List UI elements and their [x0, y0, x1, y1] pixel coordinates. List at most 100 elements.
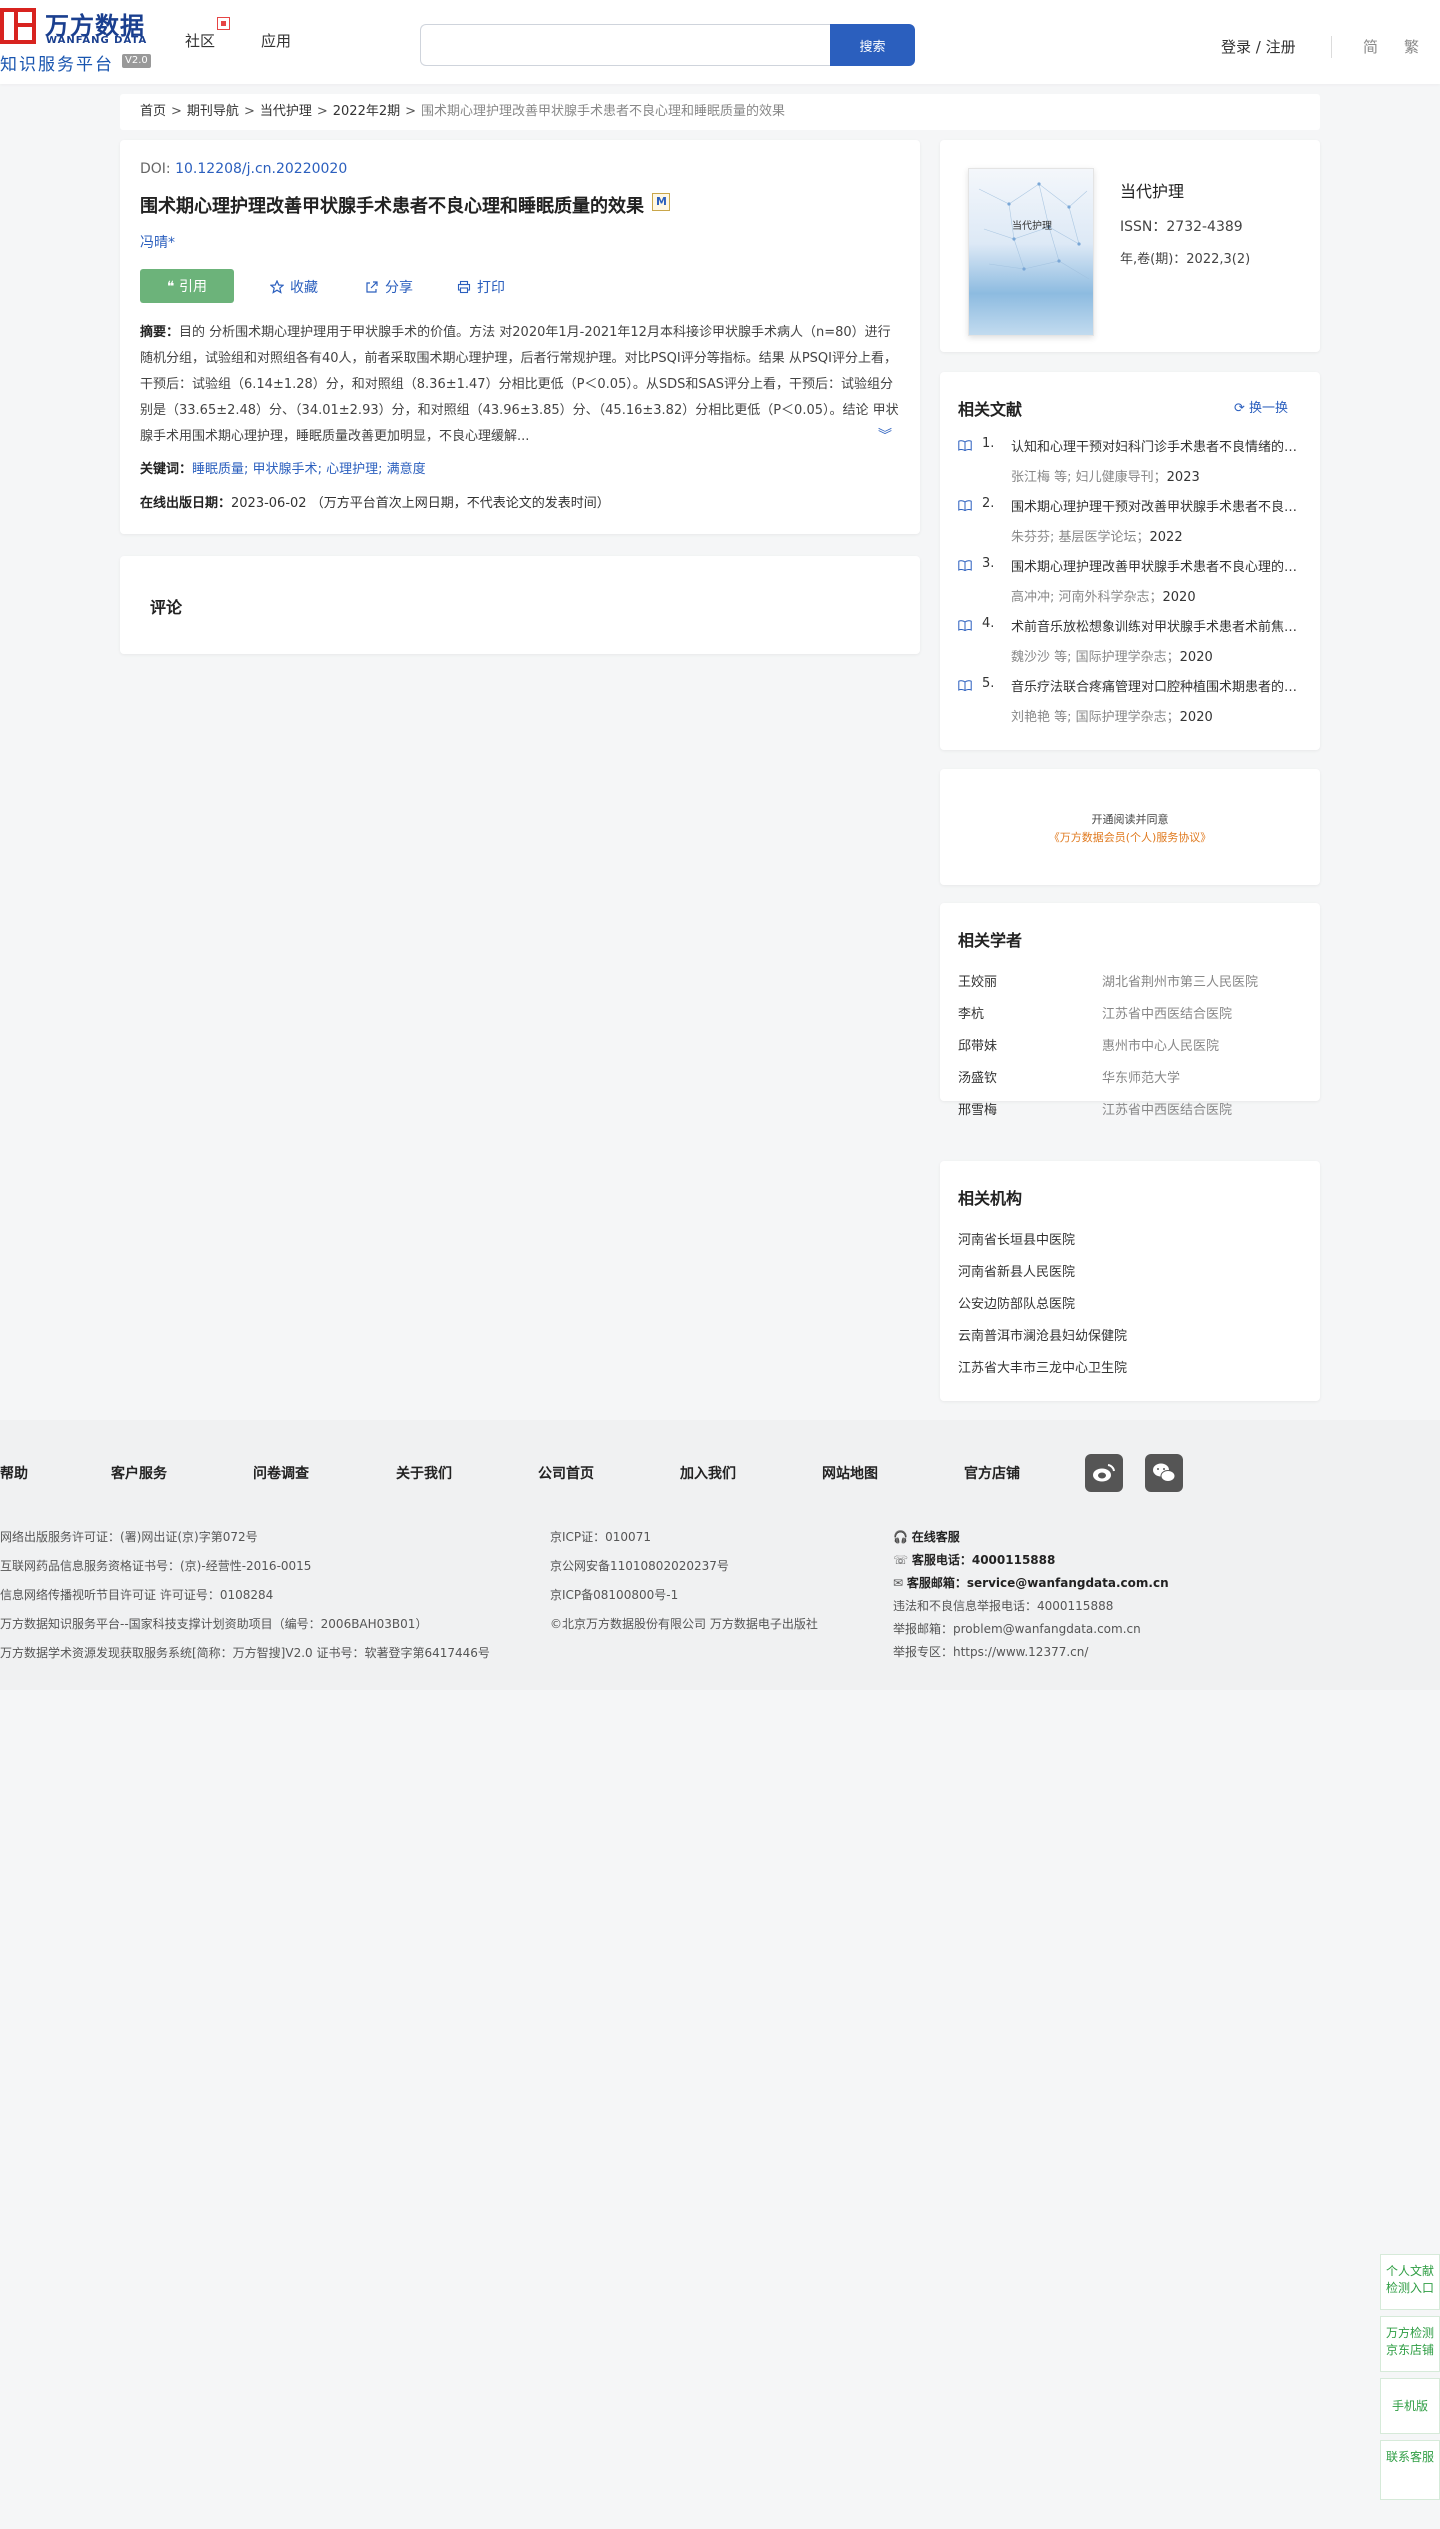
footer-nav-customer-service[interactable]: 客户服务 [111, 1463, 167, 1483]
related-doc-item[interactable]: 4. 术前音乐放松想象训练对甲状腺手术患者术前焦虑的影响 魏沙沙 等; 国际护理… [958, 616, 1308, 676]
related-doc-item[interactable]: 5. 音乐疗法联合疼痛管理对口腔种植围术期患者的影响 刘艳艳 等; 国际护理学杂… [958, 676, 1308, 736]
scholar-name[interactable]: 李杭 [958, 1003, 984, 1022]
report-email: 举报邮箱：problem@wanfangdata.com.cn [893, 1622, 1141, 1636]
breadcrumb-separator: > [316, 104, 328, 119]
related-doc-title[interactable]: 围术期心理护理干预对改善甲状腺手术患者不良心理的效果 [1011, 496, 1301, 515]
institution-link[interactable]: 河南省新县人民医院 [958, 1261, 1075, 1280]
institution-link[interactable]: 云南普洱市澜沧县妇幼保健院 [958, 1325, 1127, 1344]
related-doc-meta: 刘艳艳 等; 国际护理学杂志；2020 [1011, 706, 1213, 725]
breadcrumb-issue[interactable]: 2022年2期 [333, 104, 400, 119]
service-phone: ☏ 客服电话：4000115888 [893, 1551, 1055, 1568]
float-contact-service[interactable]: 联系客服 [1380, 2440, 1440, 2500]
lang-simplified[interactable]: 简 [1363, 36, 1378, 57]
wechat-icon[interactable] [1145, 1454, 1183, 1492]
scholar-name[interactable]: 汤盛钦 [958, 1067, 997, 1086]
report-zone-link[interactable]: 举报专区：https://www.12377.cn/ [893, 1643, 1088, 1660]
search-button[interactable]: 搜索 [830, 24, 915, 66]
nav-apps[interactable]: 应用 [261, 30, 291, 51]
related-doc-meta: 张江梅 等; 妇儿健康导刊；2023 [1011, 466, 1200, 485]
footer-nav-company-home[interactable]: 公司首页 [538, 1463, 594, 1483]
online-service[interactable]: 🎧 在线客服 [893, 1528, 960, 1545]
related-doc-source: 刘艳艳 等; 国际护理学杂志； [1011, 710, 1180, 725]
license-line: 万方数据知识服务平台--国家科技支撑计划资助项目（编号：2006BAH03B01… [0, 1617, 428, 1631]
related-doc-year: 2020 [1179, 710, 1213, 725]
abstract: 摘要：目的 分析围术期心理护理用于甲状腺手术的价值。方法 对2020年1月-20… [140, 320, 900, 442]
print-label: 打印 [477, 280, 505, 296]
breadcrumb-journal-nav[interactable]: 期刊导航 [187, 104, 239, 119]
keyword-link[interactable]: 甲状腺手术 [253, 462, 318, 477]
license-line: 信息网络传播视听节目许可证 许可证号：0108284 [0, 1588, 274, 1602]
breadcrumb-journal[interactable]: 当代护理 [260, 104, 312, 119]
journal-cover-image[interactable]: 当代护理 [968, 168, 1094, 336]
book-icon [958, 560, 972, 571]
footer-nav-help[interactable]: 帮助 [0, 1463, 28, 1483]
footer-nav-official-store[interactable]: 官方店铺 [964, 1463, 1020, 1483]
keyword-link[interactable]: 心理护理 [326, 462, 378, 477]
refresh-button[interactable]: ⟳ 换一换 [1234, 397, 1288, 416]
journal-volume: 年,卷(期)：2022,3(2) [1120, 252, 1251, 267]
scholar-name[interactable]: 王姣丽 [958, 971, 997, 990]
phone-label: 客服电话： [911, 1553, 972, 1567]
book-icon [958, 680, 972, 691]
related-doc-num: 5. [982, 676, 995, 691]
related-doc-source: 张江梅 等; 妇儿健康导刊； [1011, 470, 1167, 485]
cite-label: 引用 [178, 279, 207, 295]
journal-name-link[interactable]: 当代护理 [1120, 178, 1184, 202]
keyword-link[interactable]: 睡眠质量 [192, 462, 244, 477]
license-line: 万方数据学术资源发现获取服务系统[简称：万方智搜]V2.0 证书号：软著登字第6… [0, 1646, 490, 1660]
related-institutions-card: 相关机构 河南省长垣县中医院 河南省新县人民医院 公安边防部队总医院 云南普洱市… [940, 1161, 1320, 1401]
breadcrumb: 首页 > 期刊导航 > 当代护理 >2022年2期 > 围术期心理护理改善甲状腺手术患者不良心… [120, 94, 1320, 130]
scholar-org: 江苏省中西医结合医院 [1102, 1007, 1233, 1022]
footer-nav-survey[interactable]: 问卷调查 [253, 1463, 309, 1483]
print-button[interactable]: 打印 [457, 277, 505, 297]
related-doc-title[interactable]: 认知和心理干预对妇科门诊手术患者不良情绪的影响 [1011, 436, 1301, 455]
open-read-card: 开通阅读并同意 《万方数据会员(个人)服务协议》 [940, 769, 1320, 885]
keyword-link[interactable]: 满意度 [387, 462, 426, 477]
scholar-org: 湖北省荆州市第三人民医院 [1102, 975, 1259, 990]
share-button[interactable]: 分享 [365, 277, 413, 297]
favorite-button[interactable]: 收藏 [270, 277, 318, 297]
float-mobile[interactable]: 手机版 [1380, 2378, 1440, 2434]
footer-nav-sitemap[interactable]: 网站地图 [822, 1463, 878, 1483]
related-doc-title[interactable]: 术前音乐放松想象训练对甲状腺手术患者术前焦虑的影响 [1011, 616, 1301, 635]
doi-line: DOI: 10.12208/j.cn.20220020 [140, 161, 347, 177]
institution-link[interactable]: 江苏省大丰市三龙中心卫生院 [958, 1357, 1127, 1376]
footer-nav-join-us[interactable]: 加入我们 [680, 1463, 736, 1483]
related-doc-num: 2. [982, 496, 995, 511]
journal-info-card: 当代护理 当代护理 ISSN：2732-4389 年,卷(期)：2022,3(2… [940, 140, 1320, 352]
expand-abstract-icon[interactable]: ︾ [878, 425, 892, 445]
icp-line: 京ICP备08100800号-1 [550, 1588, 679, 1602]
keywords-label: 关键词： [140, 462, 193, 477]
site-footer: 帮助 客户服务 问卷调查 关于我们 公司首页 加入我们 网站地图 官方店铺 网络… [0, 1420, 1440, 1690]
doi-link[interactable]: 10.12208/j.cn.20220020 [175, 161, 347, 177]
cite-button[interactable]: ❝ 引用 [140, 269, 234, 303]
institution-link[interactable]: 公安边防部队总医院 [958, 1293, 1075, 1312]
icp-line: 京ICP证：010071 [550, 1530, 651, 1544]
weibo-icon[interactable] [1085, 1454, 1123, 1492]
article-detail-card: DOI: 10.12208/j.cn.20220020 围术期心理护理改善甲状腺… [120, 140, 920, 534]
footer-nav-about[interactable]: 关于我们 [396, 1463, 452, 1483]
float-plagiarism-check-entry[interactable]: 个人文献检测入口 [1380, 2254, 1440, 2310]
scholar-name[interactable]: 邢雪梅 [958, 1099, 997, 1118]
service-agreement-link[interactable]: 《万方数据会员(个人)服务协议》 [940, 829, 1320, 845]
related-doc-title[interactable]: 围术期心理护理改善甲状腺手术患者不良心理的研究 [1011, 556, 1301, 575]
float-jd-store[interactable]: 万方检测京东店铺 [1380, 2316, 1440, 2372]
author-link[interactable]: 冯晴* [140, 232, 175, 252]
institution-link[interactable]: 河南省长垣县中医院 [958, 1229, 1075, 1248]
breadcrumb-home[interactable]: 首页 [140, 104, 166, 119]
site-logo[interactable]: 万方数据 WANFANG DATA 知识服务平台 V2.0 [0, 6, 160, 75]
scholar-org: 江苏省中西医结合医院 [1102, 1103, 1233, 1118]
login-register-link[interactable]: 登录 / 注册 [1221, 36, 1296, 57]
logo-en-text: WANFANG DATA [46, 35, 148, 46]
scholar-name[interactable]: 邱带妹 [958, 1035, 997, 1054]
related-doc-title[interactable]: 音乐疗法联合疼痛管理对口腔种植围术期患者的影响 [1011, 676, 1301, 695]
breadcrumb-separator: > [171, 104, 182, 119]
journal-issn: ISSN：2732-4389 [1120, 219, 1243, 235]
related-doc-item[interactable]: 3. 围术期心理护理改善甲状腺手术患者不良心理的研究 高冲冲; 河南外科学杂志；… [958, 556, 1308, 616]
related-doc-item[interactable]: 2. 围术期心理护理干预对改善甲状腺手术患者不良心理的效果 朱芬芬; 基层医学论… [958, 496, 1308, 556]
related-doc-item[interactable]: 1. 认知和心理干预对妇科门诊手术患者不良情绪的影响 张江梅 等; 妇儿健康导刊… [958, 436, 1308, 496]
scholar-org: 华东师范大学 [1102, 1071, 1181, 1086]
nav-community[interactable]: 社区 [185, 30, 215, 51]
search-input[interactable] [420, 24, 830, 66]
lang-traditional[interactable]: 繁 [1404, 36, 1419, 57]
